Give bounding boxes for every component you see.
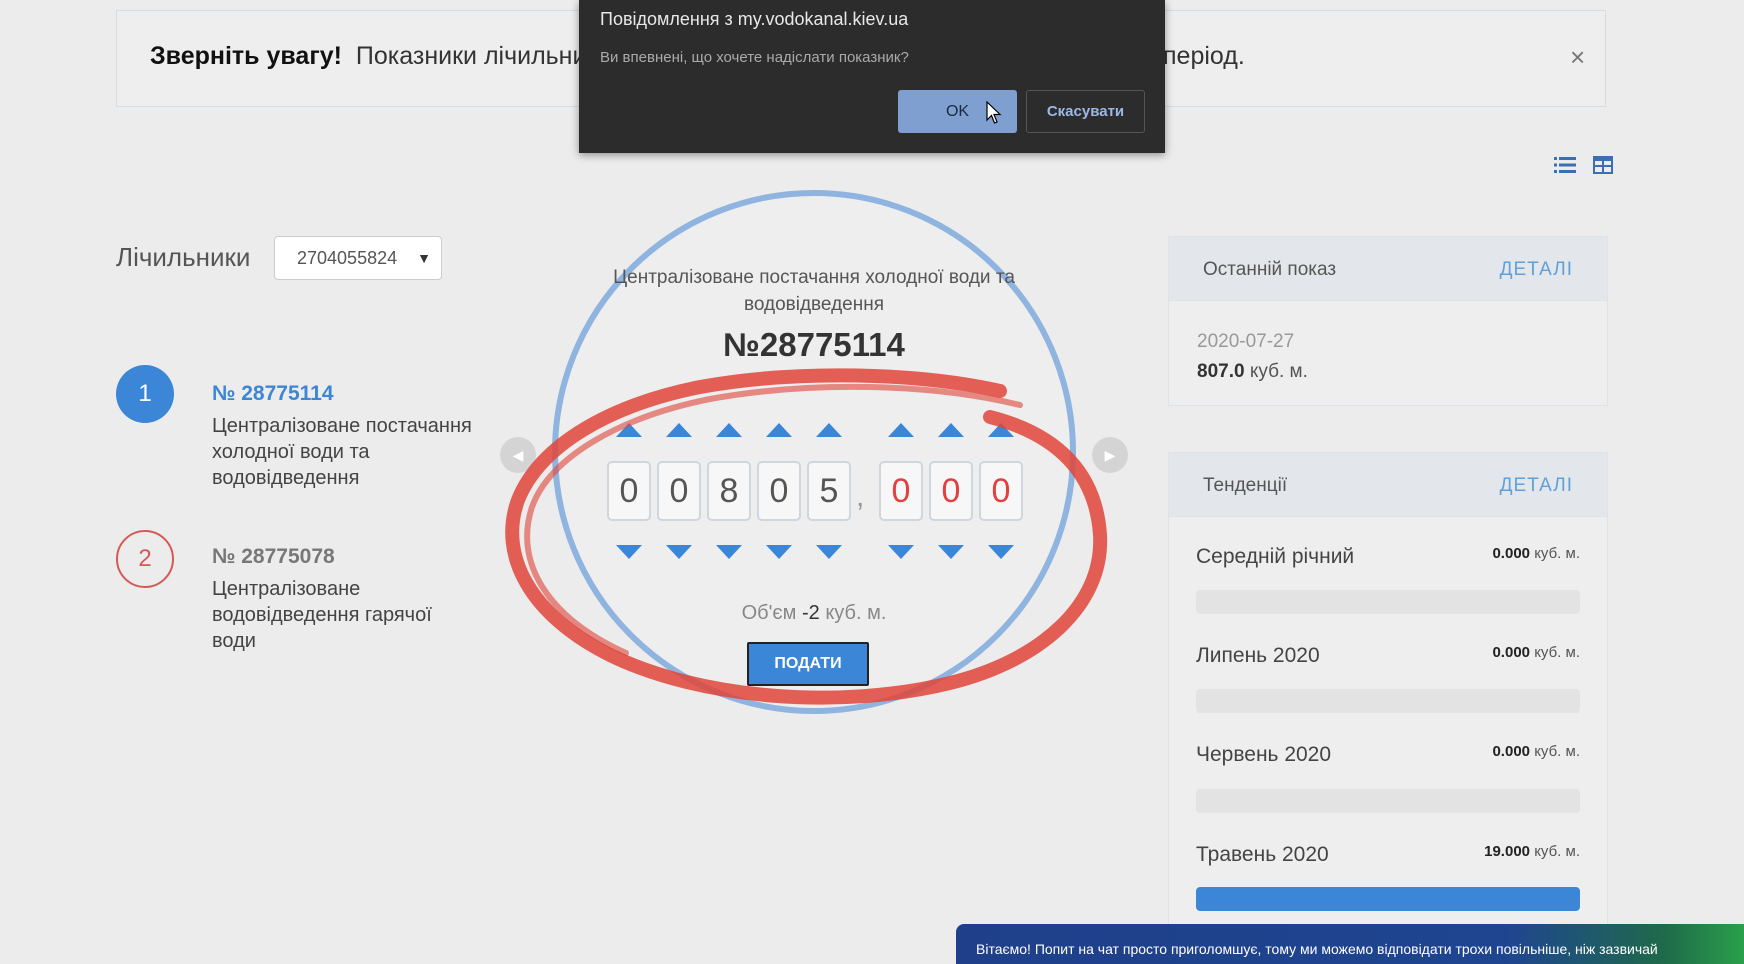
trends-title: Тенденції	[1203, 475, 1288, 496]
last-reading-details-link[interactable]: ДЕТАЛІ	[1500, 259, 1573, 281]
dialog-title: Повідомлення з my.vodokanal.kiev.ua	[600, 9, 909, 29]
meter-step-1[interactable]: 1	[116, 365, 174, 423]
alert-close-icon[interactable]: ×	[1570, 44, 1585, 70]
trend-number-4: 19.000	[1484, 843, 1531, 860]
dialog-cancel-button[interactable]: Скасувати	[1026, 90, 1145, 133]
trend-fill-4	[1196, 887, 1580, 911]
trends-details-link[interactable]: ДЕТАЛІ	[1500, 475, 1573, 497]
trend-unit-3: куб. м.	[1534, 743, 1580, 760]
last-reading-header: Останній показ ДЕТАЛІ	[1169, 237, 1607, 301]
account-select[interactable]: 2704055824 ▼	[274, 236, 442, 280]
meter-item-1-number[interactable]: № 28775114	[212, 382, 334, 406]
last-reading-number: 807.0	[1197, 361, 1245, 382]
trend-bar-3	[1196, 789, 1580, 813]
trend-value-2: 0.000 куб. м.	[1380, 644, 1580, 661]
trend-label-2: Липень 2020	[1196, 644, 1320, 667]
trend-number-3: 0.000	[1492, 743, 1531, 760]
table-view-icon[interactable]	[1592, 155, 1614, 175]
trend-unit-2: куб. м.	[1534, 644, 1580, 661]
trend-bar-1	[1196, 590, 1580, 614]
chat-banner-text: Вітаємо! Попит на чат просто приголомшує…	[976, 941, 1658, 957]
account-select-value: 2704055824	[297, 248, 398, 268]
trend-unit-1: куб. м.	[1534, 545, 1580, 562]
meter-item-2-number[interactable]: № 28775078	[212, 545, 335, 569]
dialog-message: Ви впевнені, що хочете надіслати показни…	[600, 49, 909, 66]
trend-bar-4	[1196, 887, 1580, 911]
chevron-down-icon: ▼	[417, 250, 431, 266]
last-reading-unit: куб. м.	[1249, 361, 1308, 382]
trend-label-1: Середній річний	[1196, 545, 1355, 568]
trend-number-1: 0.000	[1492, 545, 1531, 562]
last-reading-title: Останній показ	[1203, 259, 1337, 280]
trend-value-4: 19.000 куб. м.	[1380, 843, 1580, 860]
meter-step-2[interactable]: 2	[116, 530, 174, 588]
alert-strong: Зверніть увагу!	[150, 42, 342, 70]
last-reading-panel: Останній показ ДЕТАЛІ 2020-07-27 807.0 к…	[1168, 236, 1608, 406]
current-meter-number: №28775114	[723, 326, 905, 363]
alert-message: Зверніть увагу! Показники лічильник	[150, 42, 597, 71]
mouse-cursor-icon	[986, 101, 1002, 124]
last-reading-date: 2020-07-27	[1197, 331, 1295, 352]
meter-item-1-description: Централізоване постачання холодної води …	[212, 415, 472, 489]
trend-value-1: 0.000 куб. м.	[1380, 545, 1580, 562]
last-reading-value: 807.0 куб. м.	[1197, 361, 1308, 383]
alert-text-tail: період.	[1163, 42, 1245, 70]
trend-label-4: Травень 2020	[1196, 843, 1329, 866]
trend-unit-4: куб. м.	[1534, 843, 1580, 860]
trends-header: Тенденції ДЕТАЛІ	[1169, 453, 1607, 517]
red-annotation-scribble	[505, 368, 1108, 705]
current-meter-title: Централізоване постачання холодної води …	[613, 267, 1015, 315]
trend-label-3: Червень 2020	[1196, 743, 1332, 766]
meters-label: Лічильники	[116, 242, 251, 272]
alert-text: Показники лічильник	[355, 42, 598, 70]
list-view-icon[interactable]	[1554, 155, 1576, 175]
meter-item-2-description: Централізоване водовідведення гарячої во…	[212, 578, 432, 652]
trend-bar-2	[1196, 689, 1580, 713]
trend-value-3: 0.000 куб. м.	[1380, 743, 1580, 760]
trend-number-2: 0.000	[1492, 644, 1531, 661]
